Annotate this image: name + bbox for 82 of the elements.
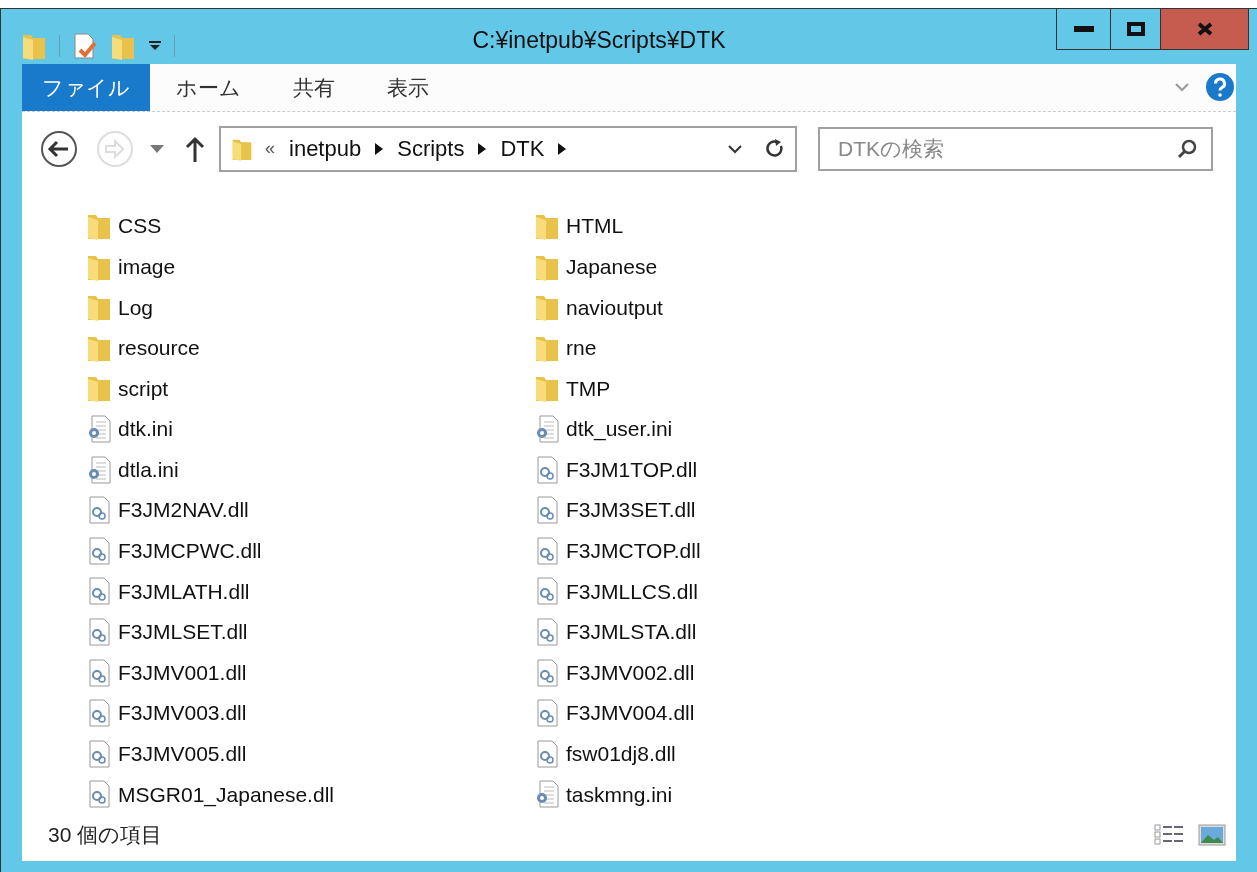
refresh-icon[interactable] [765, 137, 785, 160]
dll-file-icon [534, 617, 560, 647]
file-name[interactable]: F3JMV003.dll [118, 697, 247, 729]
file-name[interactable]: F3JMLSTA.dll [566, 616, 697, 648]
file-name[interactable]: dtk.ini [118, 413, 173, 445]
file-name[interactable]: image [118, 250, 176, 283]
file-name[interactable]: rne [566, 332, 597, 364]
expand-ribbon-icon[interactable] [1174, 82, 1190, 93]
overflow-chevron[interactable]: « [265, 135, 275, 163]
help-icon[interactable] [1206, 73, 1234, 102]
file-name[interactable]: F3JMV001.dll [118, 656, 247, 689]
file-name[interactable]: F3JMLLCS.dll [566, 575, 698, 608]
dll-file-icon [86, 738, 112, 769]
file-name[interactable]: taskmng.ini [566, 778, 673, 811]
file-name[interactable]: dtk_user.ini [566, 413, 673, 445]
window-title: C:¥inetpub¥Scripts¥DTK [472, 26, 726, 55]
dll-file-icon [534, 698, 560, 729]
dll-file-icon [86, 576, 112, 607]
file-name[interactable]: F3JMV002.dll [566, 656, 695, 689]
file-name[interactable]: F3JMV005.dll [118, 738, 247, 770]
minimize-icon [1073, 26, 1094, 32]
file-name[interactable]: fsw01dj8.dll [566, 738, 676, 770]
file-name[interactable]: F3JMV004.dll [566, 697, 695, 729]
details-view-icon[interactable] [1154, 823, 1184, 846]
dll-file-icon [534, 535, 560, 566]
maximize-icon [1126, 22, 1145, 36]
large-icons-view-icon[interactable] [1198, 823, 1226, 846]
dll-file-icon [534, 576, 560, 607]
file-name[interactable]: F3JMLATH.dll [118, 575, 250, 608]
dll-file-icon [86, 779, 112, 810]
file-name[interactable]: F3JMCTOP.dll [566, 535, 701, 567]
file-name[interactable]: F3JMCPWC.dll [118, 535, 262, 567]
ribbon-tab[interactable]: 表示 [361, 63, 455, 111]
customize-caret-icon[interactable] [148, 40, 162, 52]
back-button-icon[interactable] [40, 129, 78, 168]
dll-file-icon [86, 495, 112, 526]
breadcrumb-segment[interactable]: DTK [500, 132, 545, 166]
file-name[interactable]: TMP [566, 372, 611, 405]
history-caret-icon[interactable] [727, 143, 743, 154]
file-name[interactable]: F3JMLSET.dll [118, 616, 248, 648]
file-name[interactable]: F3JM1TOP.dll [566, 453, 698, 486]
dll-file-icon [86, 617, 112, 647]
file-name[interactable]: F3JM2NAV.dll [118, 494, 249, 526]
close-button[interactable] [1161, 9, 1249, 50]
ribbon-tab[interactable]: ホーム [150, 63, 267, 111]
file-name[interactable]: Log [118, 291, 154, 323]
recent-locations-caret-icon[interactable] [150, 144, 164, 153]
file-name[interactable]: dtla.ini [118, 453, 179, 486]
search-icon [1177, 138, 1197, 159]
file-name[interactable]: CSS [118, 210, 162, 242]
minimize-button[interactable] [1056, 9, 1111, 50]
dll-file-icon [534, 738, 560, 769]
ribbon-tab[interactable]: ファイル [22, 63, 150, 111]
ribbon-tab[interactable]: 共有 [267, 63, 361, 111]
breadcrumb-arrow-icon[interactable] [375, 142, 384, 155]
dll-file-icon [534, 454, 560, 485]
breadcrumb-arrow-icon[interactable] [478, 142, 487, 155]
breadcrumb-segment[interactable]: Scripts [397, 132, 465, 166]
file-name[interactable]: Japanese [566, 250, 658, 283]
file-name[interactable]: HTML [566, 210, 624, 242]
dll-file-icon [86, 657, 112, 688]
file-name[interactable]: script [118, 372, 169, 405]
file-name[interactable]: MSGR01_Japanese.dll [118, 778, 334, 811]
close-icon [1196, 22, 1213, 36]
file-name[interactable]: resource [118, 332, 200, 364]
settings-file-icon [86, 414, 112, 445]
settings-file-icon [86, 454, 112, 485]
dll-file-icon [86, 535, 112, 566]
item-count: 30 個の項目 [48, 821, 163, 848]
settings-file-icon [534, 779, 560, 810]
dll-file-icon [534, 657, 560, 688]
dll-file-icon [534, 495, 560, 526]
file-name[interactable]: navioutput [566, 291, 663, 323]
up-arrow-icon[interactable] [185, 135, 205, 162]
breadcrumb-segment[interactable]: inetpub [289, 132, 362, 166]
address-bar[interactable]: « inetpub Scripts DTK [219, 125, 797, 172]
file-name[interactable]: F3JM3SET.dll [566, 494, 696, 526]
dll-file-icon [86, 698, 112, 729]
settings-file-icon [534, 414, 560, 445]
breadcrumb-arrow-icon[interactable] [558, 142, 567, 155]
properties-icon[interactable] [72, 31, 98, 61]
search-field[interactable]: DTKの検索 [818, 126, 1213, 171]
